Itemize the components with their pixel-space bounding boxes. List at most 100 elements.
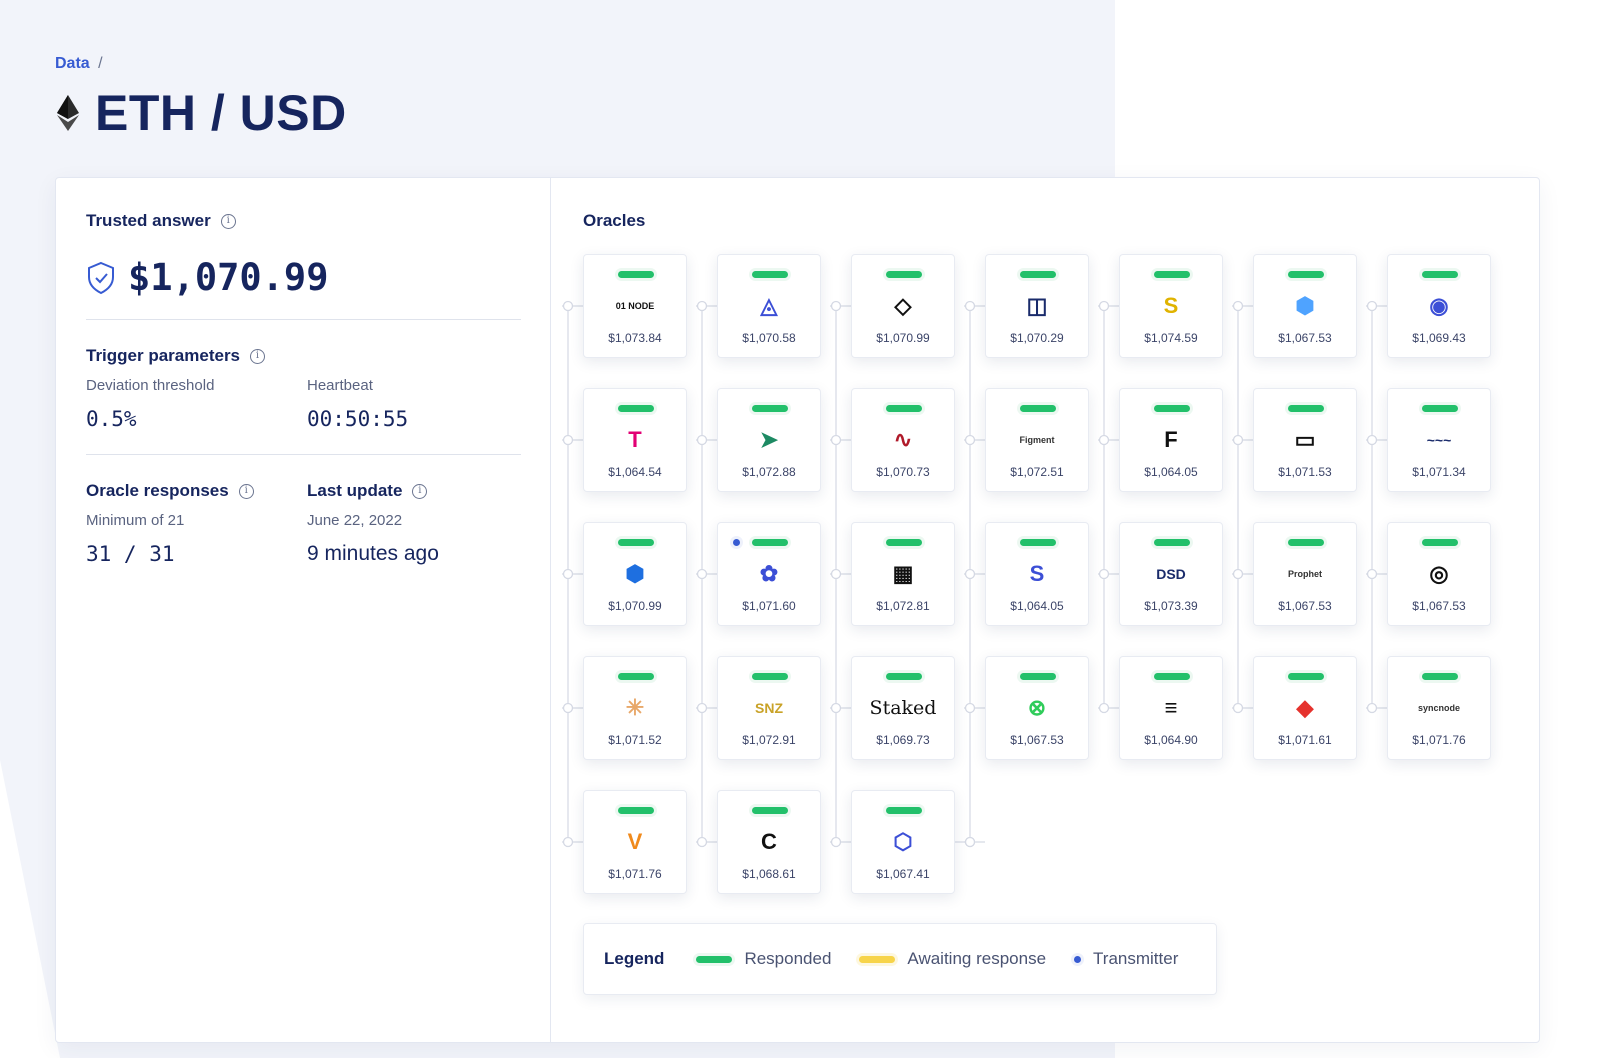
oracle-tile[interactable]: ◎ $1,067.53 [1387, 522, 1491, 626]
oracle-tile[interactable]: S $1,074.59 [1119, 254, 1223, 358]
triangle-hex-logo-icon: ◬ [760, 293, 778, 318]
oracle-tile[interactable]: ⬢ $1,067.53 [1253, 254, 1357, 358]
oracle-price: $1,070.99 [876, 331, 930, 345]
last-update-header: Last update i [307, 481, 428, 501]
oracle-tile[interactable]: ◆ $1,071.61 [1253, 656, 1357, 760]
status-indicator [1422, 271, 1458, 278]
cube-logo-icon: ⬢ [1295, 293, 1315, 318]
01node-logo-icon: 01 NODE [615, 301, 655, 311]
last-update-relative: 9 minutes ago [307, 542, 439, 565]
oracle-tile[interactable]: Figment $1,072.51 [985, 388, 1089, 492]
network-node [1098, 702, 1110, 714]
oracle-tile[interactable]: SNZ $1,072.91 [717, 656, 821, 760]
oracle-tile[interactable]: C $1,068.61 [717, 790, 821, 894]
network-node [964, 702, 976, 714]
oracle-price: $1,073.84 [608, 331, 662, 345]
status-indicator [752, 405, 788, 412]
network-node [830, 300, 842, 312]
oracle-price: $1,071.76 [608, 867, 662, 881]
oracle-price: $1,070.29 [1010, 331, 1064, 345]
trusted-answer-header: Trusted answer i [86, 211, 236, 231]
oracle-tile[interactable]: ~~~ $1,071.34 [1387, 388, 1491, 492]
network-node [964, 836, 976, 848]
legend-awaiting: Awaiting response [859, 949, 1046, 969]
oracle-tile[interactable]: ▦ $1,072.81 [851, 522, 955, 626]
oracle-price: $1,064.90 [1144, 733, 1198, 747]
oracle-tile[interactable]: V $1,071.76 [583, 790, 687, 894]
info-icon[interactable]: i [220, 213, 236, 229]
syncnode-logo-icon: syncnode [1417, 703, 1460, 713]
oracle-tile[interactable]: Prophet $1,067.53 [1253, 522, 1357, 626]
awaiting-swatch [859, 955, 896, 963]
oracle-tile[interactable]: DSD $1,073.39 [1119, 522, 1223, 626]
network-node [562, 836, 574, 848]
info-icon[interactable]: i [250, 348, 266, 364]
oracle-tile[interactable]: S $1,064.05 [985, 522, 1089, 626]
network-node [1098, 434, 1110, 446]
oracle-tile[interactable]: ✿ $1,071.60 [717, 522, 821, 626]
legend-transmitter-label: Transmitter [1093, 949, 1179, 968]
legend-responded-label: Responded [744, 949, 832, 968]
oracle-tile[interactable]: ◫ $1,070.29 [985, 254, 1089, 358]
network-node [696, 568, 708, 580]
dsd-logo-icon: DSD [1156, 566, 1186, 582]
oracle-tile[interactable]: ▭ $1,071.53 [1253, 388, 1357, 492]
oracle-tile[interactable]: ⊗ $1,067.53 [985, 656, 1089, 760]
oracle-tile[interactable]: ∿ $1,070.73 [851, 388, 955, 492]
network-node [830, 702, 842, 714]
oracle-tile[interactable]: ◬ $1,070.58 [717, 254, 821, 358]
oracle-tile[interactable]: T $1,064.54 [583, 388, 687, 492]
oracle-tile[interactable]: syncnode $1,071.76 [1387, 656, 1491, 760]
oracle-price: $1,067.53 [1278, 331, 1332, 345]
network-node [1098, 300, 1110, 312]
status-indicator [1020, 673, 1056, 680]
oracle-price: $1,068.61 [742, 867, 796, 881]
status-indicator [752, 673, 788, 680]
oracle-tile[interactable]: ⬡ $1,067.41 [851, 790, 955, 894]
rectangle-logo-icon: ▭ [1294, 427, 1316, 452]
network-node [696, 300, 708, 312]
hexagon-s-logo-icon: S [1029, 561, 1045, 586]
status-indicator [752, 807, 788, 814]
network-node [964, 568, 976, 580]
oracle-price: $1,069.43 [1412, 331, 1466, 345]
status-indicator [886, 673, 922, 680]
network-logo-icon: ✳ [625, 695, 645, 720]
last-update-label: Last update [307, 481, 403, 500]
hexagon-pin-logo-icon: ◉ [1429, 293, 1449, 318]
figment-logo-icon: Figment [1019, 435, 1055, 445]
oracle-tile[interactable]: ◉ $1,069.43 [1387, 254, 1491, 358]
oracle-tile[interactable]: ≡ $1,064.90 [1119, 656, 1223, 760]
oracle-price: $1,064.54 [608, 465, 662, 479]
breadcrumb: Data / [55, 55, 103, 73]
network-node [830, 836, 842, 848]
breadcrumb-separator: / [98, 55, 103, 72]
target-logo-icon: ◎ [1429, 561, 1449, 586]
oracle-tile[interactable]: ✳ $1,071.52 [583, 656, 687, 760]
breadcrumb-data-link[interactable]: Data [55, 55, 90, 72]
trigger-parameters-header: Trigger parameters i [86, 346, 266, 366]
status-indicator [1288, 539, 1324, 546]
divider [86, 319, 521, 320]
oracle-tile[interactable]: ◇ $1,070.99 [851, 254, 955, 358]
info-icon[interactable]: i [412, 483, 428, 499]
status-indicator [618, 673, 654, 680]
oracle-tile[interactable]: Staked $1,069.73 [851, 656, 955, 760]
oracle-tile[interactable]: ⬢ $1,070.99 [583, 522, 687, 626]
oracle-price: $1,071.60 [742, 599, 796, 613]
bird-logo-icon: ➤ [759, 427, 779, 452]
legend-title: Legend [604, 949, 665, 968]
oracle-tile[interactable]: 01 NODE $1,073.84 [583, 254, 687, 358]
status-indicator [1288, 271, 1324, 278]
oracle-price: $1,069.73 [876, 733, 930, 747]
oracle-tile[interactable]: F $1,064.05 [1119, 388, 1223, 492]
legend: Legend Responded Awaiting response Trans… [583, 923, 1217, 995]
oracle-tile[interactable]: ➤ $1,072.88 [717, 388, 821, 492]
info-icon[interactable]: i [238, 483, 254, 499]
status-indicator [752, 271, 788, 278]
network-node [964, 300, 976, 312]
oracle-price: $1,067.41 [876, 867, 930, 881]
oracle-price: $1,073.39 [1144, 599, 1198, 613]
network-node [830, 568, 842, 580]
telekom-logo-icon: T [628, 427, 642, 452]
